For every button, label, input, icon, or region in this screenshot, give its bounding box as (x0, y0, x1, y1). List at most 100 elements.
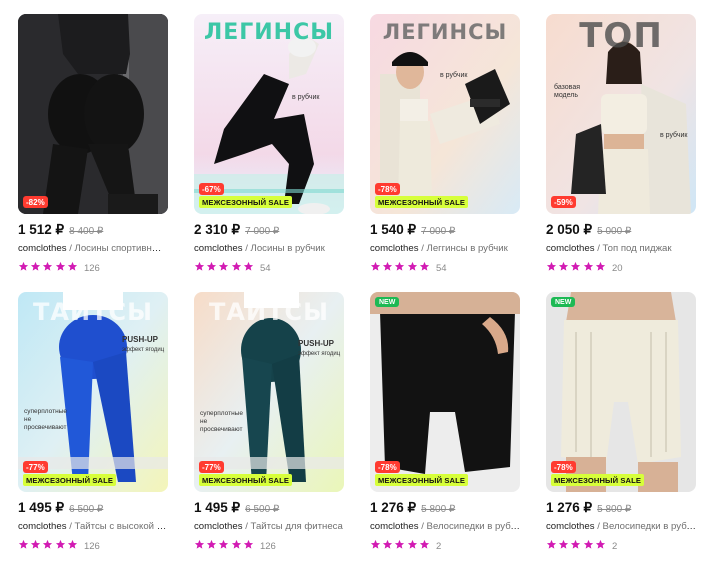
banner-title: ЛЕГИНСЫ (382, 20, 508, 44)
old-price: 6 500 ₽ (69, 504, 104, 515)
star-icon (394, 261, 405, 272)
product-name[interactable]: comclothes / Велосипедки в рубчик... (546, 521, 696, 532)
brand: comclothes (546, 243, 595, 254)
sale-badge: МЕЖСЕЗОННЫЙ SALE (375, 474, 468, 486)
review-count: 126 (83, 262, 100, 274)
category: Лосины спортивные т... (74, 243, 168, 254)
brand: comclothes (18, 243, 67, 254)
product-card[interactable]: ЛЕГИНСЫ в рубчик -67% МЕЖСЕЗОННЫЙ SALE 2… (194, 14, 344, 292)
star-icon (206, 539, 217, 550)
banner-title: ЛЕГИНСЫ (203, 20, 335, 45)
star-icon (218, 261, 229, 272)
star-icon (419, 539, 430, 550)
product-image[interactable]: ТАЙТСЫ PUSH-UP эффект ягодиц суперплотны… (194, 292, 344, 492)
star-icon (558, 539, 569, 550)
product-image[interactable]: ЛЕГИНСЫ в рубчик -67% МЕЖСЕЗОННЫЙ SALE (194, 14, 344, 214)
brand: comclothes (370, 243, 419, 254)
banner-note: суперплотные не просвечивают (24, 408, 67, 431)
old-price: 8 400 ₽ (69, 226, 104, 237)
product-name[interactable]: comclothes / Топ под пиджак (546, 243, 696, 254)
star-icon (206, 261, 217, 272)
star-icon (419, 261, 430, 272)
star-icon (407, 261, 418, 272)
star-icon (546, 539, 557, 550)
banner-badge: PUSH-UP (122, 335, 159, 344)
star-icon (42, 261, 53, 272)
banner-title: ТАЙТСЫ (209, 298, 329, 326)
product-card[interactable]: NEW -78% МЕЖСЕЗОННЫЙ SALE 1 276 ₽ 5 800 … (546, 292, 696, 570)
category: Велосипедки в рубчик... (602, 521, 696, 532)
star-icon (370, 539, 381, 550)
new-badge: NEW (375, 297, 400, 307)
category: Топ под пиджак (602, 243, 672, 254)
rating: 126 (194, 537, 344, 555)
product-image[interactable]: NEW -78% МЕЖСЕЗОННЫЙ SALE (370, 292, 520, 492)
product-card[interactable]: ТОП базовая модель в рубчик -59% 2 050 ₽… (546, 14, 696, 292)
product-name[interactable]: comclothes / Леггинсы в рубчик (370, 243, 520, 254)
new-badge: NEW (551, 297, 576, 307)
product-name[interactable]: comclothes / Велосипедки в рубчик... (370, 521, 520, 532)
brand: comclothes (546, 521, 595, 532)
price: 1 276 ₽ (370, 500, 417, 515)
product-name[interactable]: comclothes / Тайтсы с высокой тал... (18, 521, 168, 532)
product-image[interactable]: ТОП базовая модель в рубчик -59% (546, 14, 696, 214)
banner-title: ТОП (579, 16, 663, 56)
stars (546, 259, 607, 277)
star-icon (583, 539, 594, 550)
review-count: 126 (83, 540, 100, 552)
star-icon (194, 261, 205, 272)
review-count: 126 (259, 540, 276, 552)
review-count: 54 (259, 262, 271, 274)
stars (194, 259, 255, 277)
product-image[interactable]: NEW -78% МЕЖСЕЗОННЫЙ SALE (546, 292, 696, 492)
star-icon (231, 539, 242, 550)
old-price: 5 000 ₽ (597, 226, 632, 237)
star-icon (558, 261, 569, 272)
price: 1 512 ₽ (18, 222, 65, 237)
banner-subtitle-2: в рубчик (660, 132, 688, 139)
product-card[interactable]: ЛЕГИНСЫ в рубчик -78% МЕЖСЕЗОННЫЙ SALE 1… (370, 14, 520, 292)
review-count: 54 (435, 262, 447, 274)
product-name[interactable]: comclothes / Лосины спортивные т... (18, 243, 168, 254)
star-icon (382, 261, 393, 272)
old-price: 7 000 ₽ (421, 226, 456, 237)
product-name[interactable]: comclothes / Тайтсы для фитнеса (194, 521, 344, 532)
stars (370, 259, 431, 277)
product-card[interactable]: ТАЙТСЫ PUSH-UP эффект ягодиц суперплотны… (194, 292, 344, 570)
product-card[interactable]: ТАЙТСЫ PUSH-UP эффект ягодиц суперплотны… (18, 292, 168, 570)
banner-badge-sub: эффект ягодиц (298, 351, 341, 357)
star-icon (67, 539, 78, 550)
category: Леггинсы в рубчик (426, 243, 508, 254)
sale-badge: МЕЖСЕЗОННЫЙ SALE (199, 474, 292, 486)
category: Тайтсы с высокой тал... (74, 521, 168, 532)
star-icon (394, 539, 405, 550)
star-icon (55, 261, 66, 272)
old-price: 5 800 ₽ (421, 504, 456, 515)
rating: 20 (546, 259, 696, 277)
banner-subtitle: базовая модель (554, 84, 581, 99)
old-price: 6 500 ₽ (245, 504, 280, 515)
star-icon (194, 539, 205, 550)
star-icon (30, 261, 41, 272)
star-icon (18, 539, 29, 550)
discount-badge: -67% (199, 183, 224, 195)
sale-badge: МЕЖСЕЗОННЫЙ SALE (375, 196, 468, 208)
star-icon (55, 539, 66, 550)
star-icon (595, 539, 606, 550)
product-image[interactable]: -82% (18, 14, 168, 214)
sale-badge: МЕЖСЕЗОННЫЙ SALE (23, 474, 116, 486)
product-name[interactable]: comclothes / Лосины в рубчик (194, 243, 344, 254)
brand: comclothes (370, 521, 419, 532)
banner-subtitle: в рубчик (292, 94, 320, 101)
star-icon (231, 261, 242, 272)
star-icon (595, 261, 606, 272)
review-count: 20 (611, 262, 623, 274)
rating: 2 (546, 537, 696, 555)
rating: 54 (194, 259, 344, 277)
star-icon (18, 261, 29, 272)
product-card[interactable]: -82% 1 512 ₽ 8 400 ₽ comclothes / Лосины… (18, 14, 168, 292)
banner-subtitle: в рубчик (440, 72, 468, 79)
product-image[interactable]: ЛЕГИНСЫ в рубчик -78% МЕЖСЕЗОННЫЙ SALE (370, 14, 520, 214)
product-image[interactable]: ТАЙТСЫ PUSH-UP эффект ягодиц суперплотны… (18, 292, 168, 492)
product-card[interactable]: NEW -78% МЕЖСЕЗОННЫЙ SALE 1 276 ₽ 5 800 … (370, 292, 520, 570)
